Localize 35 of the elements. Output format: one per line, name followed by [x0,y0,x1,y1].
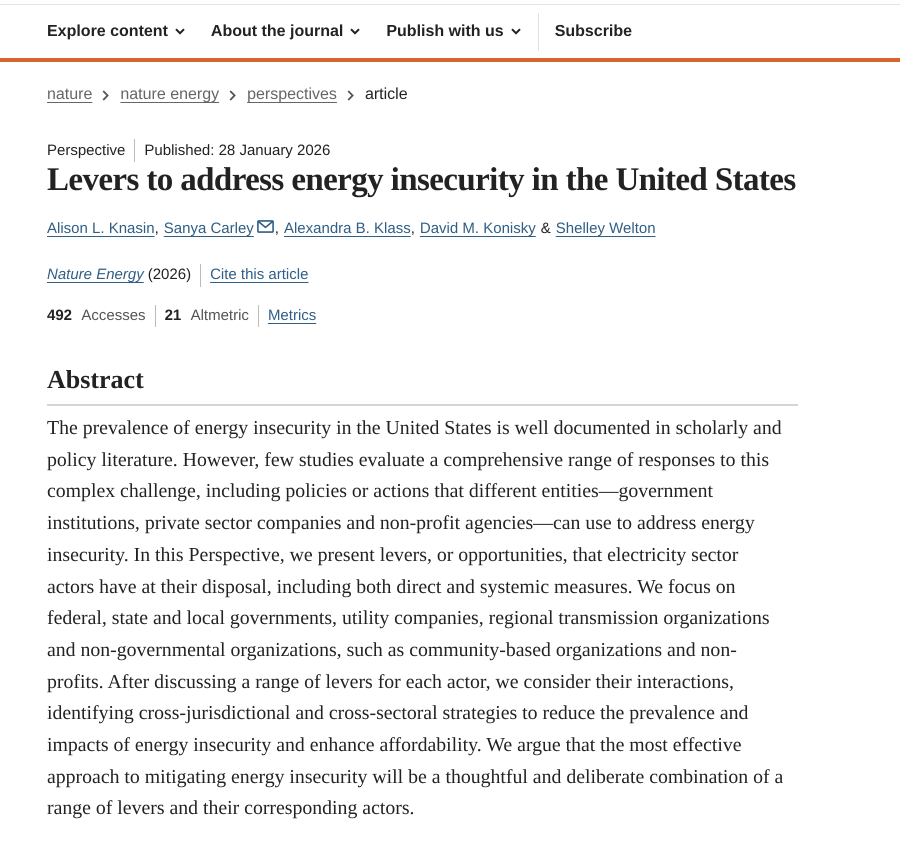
publication-year: (2026) [148,265,192,285]
abstract-paragraph: The prevalence of energy insecurity in the United States is well documented in scholarly and policy literature. However, few studies evaluate a comprehensive range of responses to this complex challenge, including policies or actions that different entities—government institutions, private sector companies and non-profit agencies—can use to address energy insecurity. In this Perspective, we present levers, or opportunities, that electricity sector actors have at their disposal, including both direct and systemic measures. We focus on federal, state and local governments, utility companies, regional transmission organizations and non-governmental organizations, such as community-based organizations and non-profits. After discussing a range of levers for each actor, we consider their interactions, identifying cross-jurisdictional and cross-sectoral strategies to reduce the prevalence and impacts of energy insecurity and enhance affordability. We argue that the most effective approach to mitigating energy insecurity will be a thoughtful and deliberate combination of a range of levers and their corresponding actors. [47,416,784,822]
metric-stat: 21 Altmetric [164,306,249,326]
breadcrumb-link[interactable]: nature [47,83,92,107]
chevron-right-icon [229,90,236,100]
metrics-link[interactable]: Metrics [268,304,316,328]
nav-menu-button[interactable]: About the journal [210,22,360,40]
breadcrumb-link[interactable]: nature energy [120,83,220,107]
journal-link[interactable]: Nature Energy [47,263,144,287]
author-separator: , [154,219,159,239]
article-title: Levers to address energy insecurity in the United States [47,162,797,198]
nav-menu-button[interactable]: Publish with us [386,22,521,40]
author-link[interactable]: David M. Konisky [420,217,536,241]
nav-menu-button[interactable]: Explore content [47,22,185,40]
author-separator: , [410,219,415,239]
mail-icon[interactable] [256,220,274,233]
author-separator: & [540,219,551,239]
section-heading: Abstract [47,364,798,406]
metric-stat: 492 Accesses [47,306,146,326]
author-link[interactable]: Sanya Carley [164,217,254,241]
article-type: Perspective [47,140,126,160]
breadcrumb-link[interactable]: perspectives [247,83,337,107]
chevron-down-icon [174,28,185,35]
chevron-down-icon [510,28,521,35]
author-separator: , [274,219,279,239]
author-link[interactable]: Shelley Welton [556,217,656,241]
cite-link[interactable]: Cite this article [210,263,308,287]
chevron-right-icon [346,90,354,100]
chevron-right-icon [102,90,110,100]
breadcrumb-current: article [364,85,408,105]
publish-date: Published: 28 January 2026 [144,140,330,160]
chevron-down-icon [350,28,360,35]
author-link[interactable]: Alexandra B. Klass [284,217,411,241]
author-link[interactable]: Alison L. Knasin [47,217,155,241]
subscribe-link[interactable]: Subscribe [554,22,632,40]
